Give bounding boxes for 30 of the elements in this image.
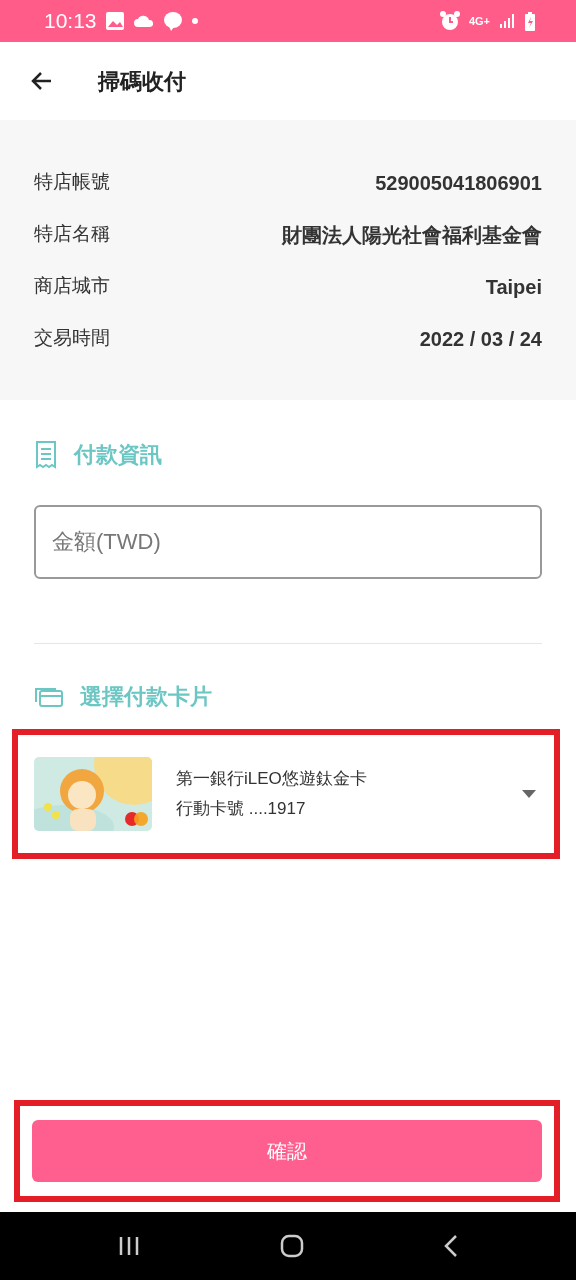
cloud-icon — [132, 14, 155, 28]
chat-bubble-icon — [162, 11, 183, 31]
card-number: 行動卡號 ....1917 — [176, 798, 307, 820]
gallery-icon — [104, 11, 125, 31]
section-title: 選擇付款卡片 — [80, 683, 212, 711]
home-icon[interactable] — [280, 1234, 304, 1258]
page-title: 掃碼收付 — [98, 67, 186, 96]
card-name: 第一銀行iLEO悠遊鈦金卡 — [176, 768, 368, 790]
info-label: 商店城市 — [34, 274, 110, 298]
info-label: 交易時間 — [34, 326, 110, 350]
info-label: 特店帳號 — [34, 170, 110, 194]
dot-icon — [190, 17, 199, 25]
card-selector[interactable]: 第一銀行iLEO悠遊鈦金卡 行動卡號 ....1917 — [12, 729, 560, 859]
info-value: 2022 / 03 / 24 — [419, 327, 542, 352]
status-time: 10:13 — [44, 8, 97, 35]
info-value: 財團法人陽光社會福利基金會 — [282, 223, 542, 248]
info-label: 特店名稱 — [34, 222, 110, 246]
dropdown-caret-icon — [522, 790, 536, 798]
receipt-icon — [34, 439, 58, 470]
signal-icon — [498, 12, 516, 30]
recent-apps-icon[interactable] — [118, 1236, 140, 1256]
back-nav-icon[interactable] — [444, 1235, 458, 1257]
info-value: Taipei — [485, 275, 542, 300]
network-type: 4G+ — [468, 13, 490, 29]
section-title: 付款資訊 — [74, 441, 162, 469]
alarm-icon — [438, 10, 461, 32]
back-button[interactable] — [30, 71, 52, 91]
info-value: 529005041806901 — [375, 171, 542, 196]
amount-field[interactable]: 金額(TWD) — [34, 505, 542, 579]
battery-icon — [524, 11, 536, 31]
